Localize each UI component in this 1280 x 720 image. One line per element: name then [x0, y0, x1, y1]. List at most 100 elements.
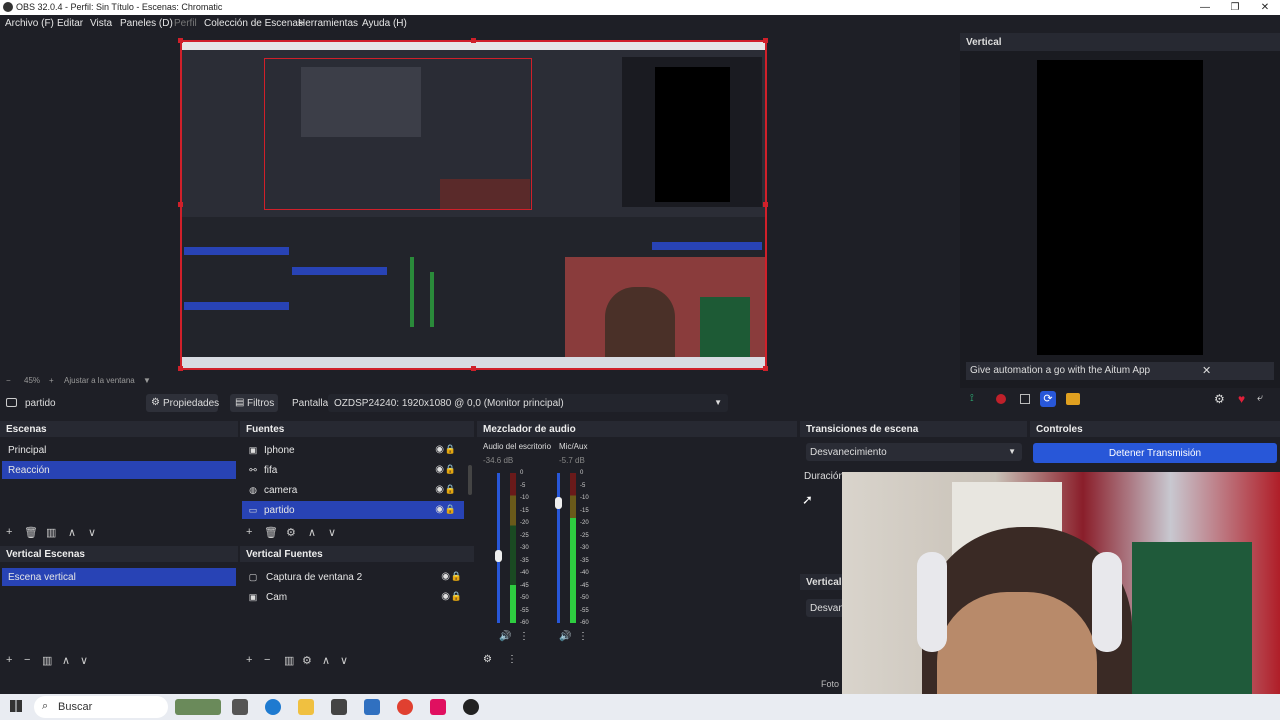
resize-handle[interactable] [471, 366, 476, 371]
vertical-preview[interactable] [1037, 60, 1203, 355]
add-icon[interactable]: + [6, 526, 12, 538]
speaker-icon[interactable]: 🔊 [559, 631, 571, 642]
eye-icon[interactable]: ◉ [441, 591, 450, 602]
fit-window-label[interactable]: Ajustar a la ventana [64, 376, 135, 385]
volume-fader[interactable] [497, 473, 500, 623]
menu-dots-icon[interactable]: ⋮ [519, 631, 529, 642]
mail-icon[interactable] [364, 699, 380, 715]
menu-dots-icon[interactable]: ⋮ [578, 631, 588, 642]
volume-fader[interactable] [557, 473, 560, 623]
chevron-down-icon[interactable]: ∨ [80, 654, 88, 667]
trash-icon[interactable]: 🗑 [264, 526, 278, 539]
chevron-up-icon[interactable]: ∧ [308, 526, 316, 539]
mixer-settings-icon[interactable]: ⚙ [483, 654, 492, 665]
task-view-icon[interactable] [232, 699, 248, 715]
resize-handle[interactable] [471, 38, 476, 43]
resize-handle[interactable] [763, 366, 768, 371]
edge-icon[interactable] [265, 699, 281, 715]
zoom-in-icon[interactable]: + [49, 376, 54, 385]
remove-icon[interactable]: − [24, 654, 30, 666]
fader-handle[interactable] [495, 550, 502, 562]
lock-icon[interactable]: 🔒 [451, 591, 462, 602]
chevron-down-icon[interactable]: ∨ [328, 526, 336, 539]
heart-icon[interactable]: ♥ [1238, 392, 1245, 406]
resize-handle[interactable] [763, 202, 768, 207]
store-icon[interactable] [331, 699, 347, 715]
main-preview[interactable] [180, 40, 767, 370]
close-icon[interactable]: ✕ [1202, 364, 1211, 377]
lock-icon[interactable]: 🔒 [445, 504, 456, 515]
eye-icon[interactable]: ◉ [435, 444, 444, 455]
resize-handle[interactable] [763, 38, 768, 43]
filters-button[interactable]: ▤ Filtros [230, 394, 278, 412]
add-icon[interactable]: + [6, 654, 12, 666]
menu-vista[interactable]: Vista [90, 18, 112, 29]
eye-icon[interactable]: ◉ [435, 484, 444, 495]
obs-icon[interactable] [463, 699, 479, 715]
tiktok-icon[interactable] [430, 699, 446, 715]
gear-icon[interactable]: ⚙ [302, 654, 312, 667]
chevron-up-icon[interactable]: ∧ [68, 526, 76, 539]
eye-icon[interactable]: ◉ [441, 571, 450, 582]
vertical-source-item[interactable]: ▢ Captura de ventana 2 ◉ 🔒 [242, 568, 470, 586]
chevron-up-icon[interactable]: ∧ [62, 654, 70, 667]
eye-icon[interactable]: ◉ [435, 464, 444, 475]
source-item[interactable]: ⚯ fifa ◉ 🔒 [242, 461, 464, 479]
maximize-icon[interactable]: ❐ [1220, 0, 1250, 15]
resize-handle[interactable] [178, 366, 183, 371]
screenshot-icon[interactable] [1066, 393, 1080, 405]
lock-icon[interactable]: 🔒 [445, 464, 456, 475]
transition-select[interactable]: Desvanecimiento ▼ [806, 443, 1022, 461]
gear-icon[interactable]: ⚙ [286, 526, 296, 539]
windows-start-icon[interactable] [10, 700, 22, 712]
resize-handle[interactable] [178, 202, 183, 207]
source-item[interactable]: ◍ camera ◉ 🔒 [242, 481, 464, 499]
vertical-scene-item[interactable]: Escena vertical [2, 568, 236, 586]
lock-icon[interactable]: 🔒 [451, 571, 462, 582]
record-icon[interactable] [996, 394, 1006, 404]
folder-icon[interactable] [298, 699, 314, 715]
chevron-up-icon[interactable]: ∧ [322, 654, 330, 667]
vertical-source-item[interactable]: ▣ Cam ◉ 🔒 [242, 588, 470, 606]
stop-icon[interactable] [1020, 394, 1030, 404]
menu-ayuda[interactable]: Ayuda (H) [362, 18, 407, 29]
add-icon[interactable]: + [246, 526, 252, 538]
menu-archivo[interactable]: Archivo (F) [5, 18, 54, 29]
filter-icon[interactable]: ▥ [46, 526, 56, 539]
close-icon[interactable]: ✕ [1250, 0, 1280, 15]
chevron-down-icon[interactable]: ∨ [88, 526, 96, 539]
widget-icon[interactable] [175, 699, 221, 715]
fader-handle[interactable] [555, 497, 562, 509]
chrome-icon[interactable] [397, 699, 413, 715]
menu-coleccion[interactable]: Colección de Escenas [204, 18, 303, 29]
filter-icon[interactable]: ▥ [284, 654, 294, 667]
filter-icon[interactable]: ▥ [42, 654, 52, 667]
remove-icon[interactable]: − [264, 654, 270, 666]
resize-handle[interactable] [178, 38, 183, 43]
eye-icon[interactable]: ◉ [435, 504, 444, 515]
chevron-down-icon[interactable]: ∨ [340, 654, 348, 667]
taskbar-search[interactable]: ⌕ Buscar [34, 696, 168, 718]
lock-icon[interactable]: 🔒 [445, 444, 456, 455]
scene-item[interactable]: Reacción [2, 461, 236, 479]
display-select[interactable]: OZDSP24240: 1920x1080 @ 0,0 (Monitor pri… [328, 394, 728, 412]
speaker-icon[interactable]: 🔊 [499, 631, 511, 642]
source-item[interactable]: ▣ Iphone ◉ 🔒 [242, 441, 464, 459]
menu-editar[interactable]: Editar [57, 18, 83, 29]
menu-herramientas[interactable]: Herramientas [298, 18, 358, 29]
zoom-out-icon[interactable]: − [6, 376, 11, 385]
add-icon[interactable]: + [246, 654, 252, 666]
source-item[interactable]: ▭ partido ◉ 🔒 [242, 501, 464, 519]
scrollbar[interactable] [468, 465, 472, 495]
lock-icon[interactable]: 🔒 [445, 484, 456, 495]
menu-perfil[interactable]: Perfil [174, 18, 197, 29]
minimize-icon[interactable]: — [1190, 0, 1220, 15]
properties-button[interactable]: ⚙ Propiedades [146, 394, 219, 412]
menu-dots-icon[interactable]: ⋮ [507, 654, 517, 665]
scene-item[interactable]: Principal [2, 441, 236, 459]
replay-icon[interactable]: ⟳ [1040, 391, 1056, 407]
chevron-down-icon[interactable]: ▼ [143, 376, 151, 385]
stream-icon[interactable]: ⟟ [970, 393, 984, 405]
menu-paneles[interactable]: Paneles (D) [120, 18, 173, 29]
undock-icon[interactable]: ⤶ [1257, 392, 1263, 405]
